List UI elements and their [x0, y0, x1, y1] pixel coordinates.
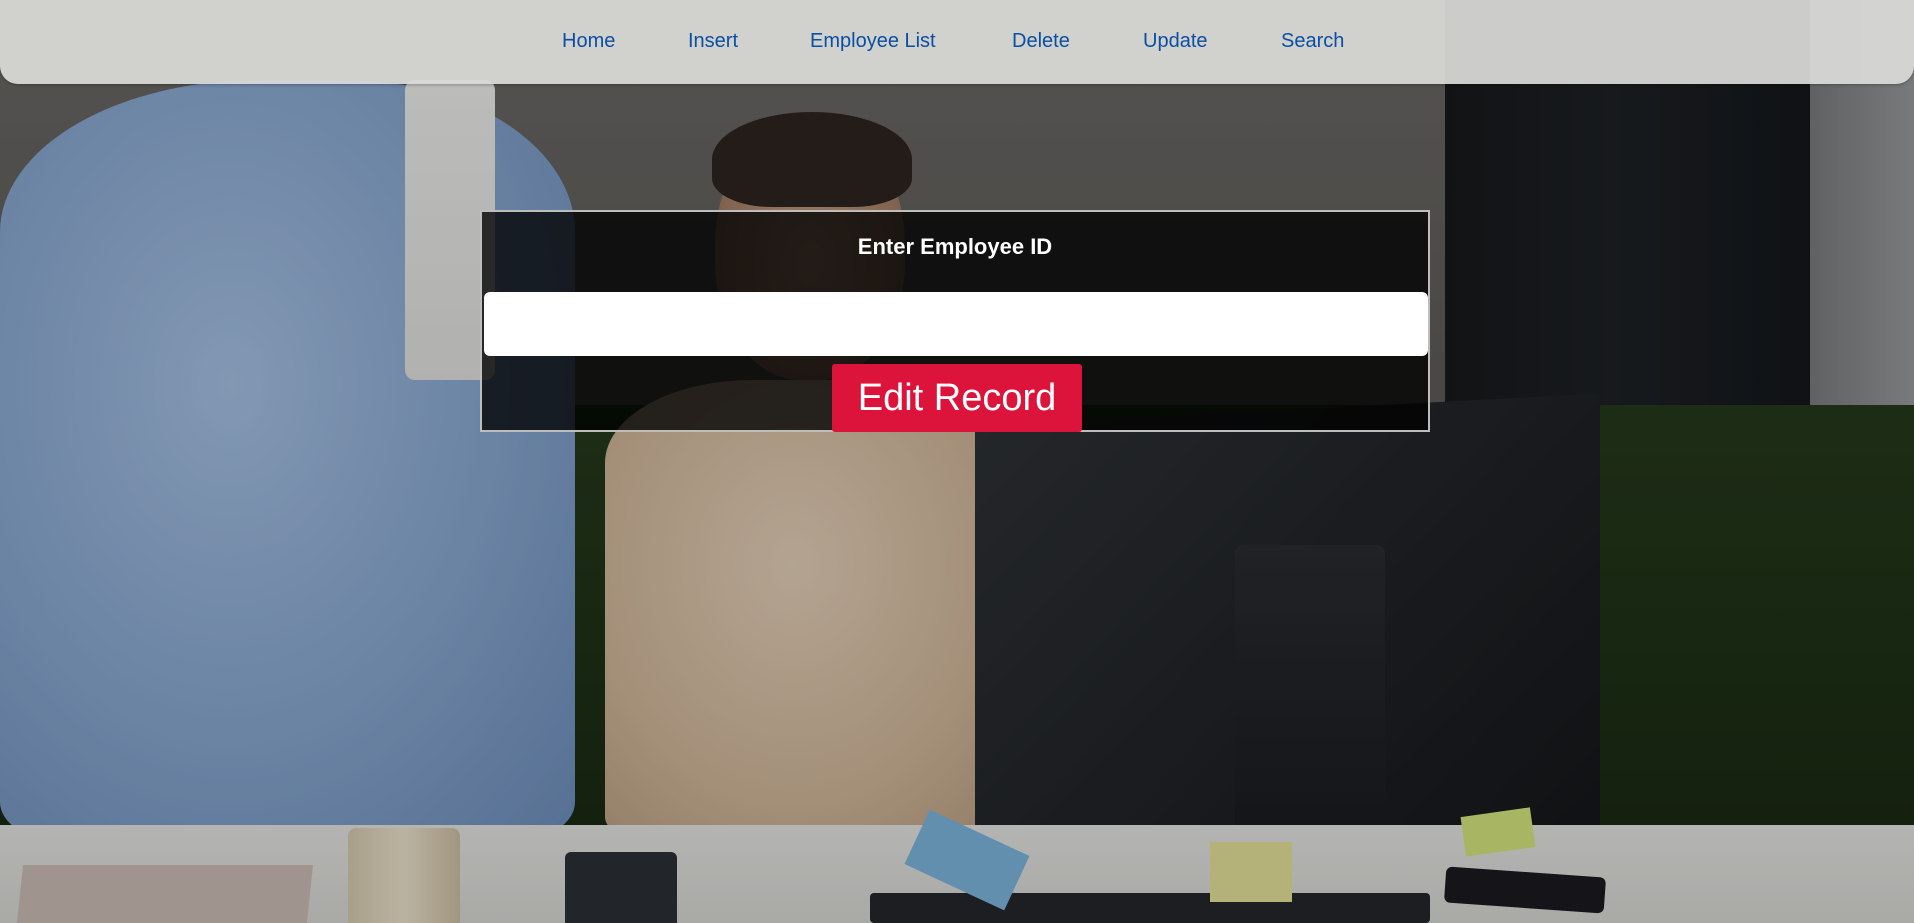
nav-link-employee-list[interactable]: Employee List — [810, 30, 936, 53]
edit-record-button[interactable]: Edit Record — [832, 364, 1082, 432]
nav-link-delete[interactable]: Delete — [1012, 30, 1070, 53]
edit-record-form: Enter Employee ID Edit Record — [480, 210, 1430, 432]
employee-id-input[interactable] — [484, 292, 1428, 356]
background-overlay — [0, 0, 1914, 923]
employee-id-label: Enter Employee ID — [857, 234, 1053, 259]
top-navbar: Home Insert Employee List Delete Update … — [0, 0, 1914, 84]
page: Home Insert Employee List Delete Update … — [0, 0, 1914, 923]
nav-link-search[interactable]: Search — [1281, 30, 1344, 53]
nav-link-update[interactable]: Update — [1143, 30, 1208, 53]
nav-link-home[interactable]: Home — [562, 30, 615, 53]
nav-link-insert[interactable]: Insert — [688, 30, 738, 53]
